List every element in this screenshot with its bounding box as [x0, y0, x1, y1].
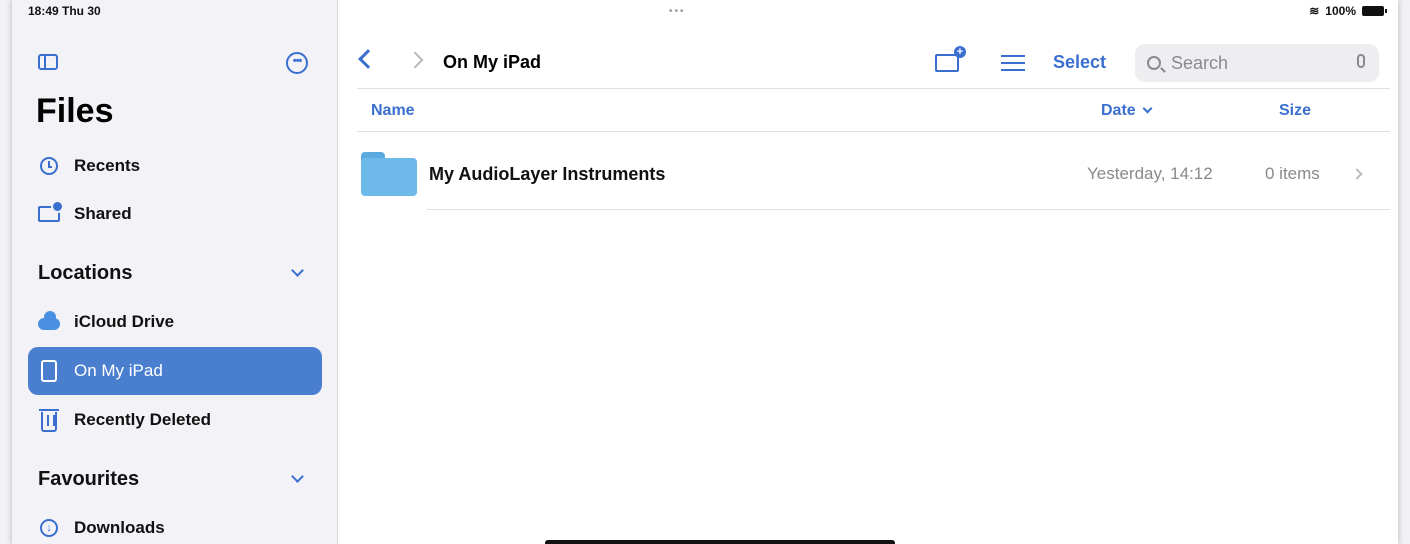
section-favourites[interactable]: Favourites: [38, 468, 308, 491]
status-right: ≋ 100%: [1309, 4, 1387, 18]
column-header-date[interactable]: Date: [1101, 102, 1153, 120]
section-heading: Locations: [38, 262, 133, 284]
search-input[interactable]: Search: [1135, 44, 1379, 82]
more-options-icon[interactable]: •••: [286, 52, 308, 74]
page-title: Files: [36, 92, 114, 130]
sidebar-item-recents[interactable]: Recents: [28, 142, 322, 190]
sidebar-item-label: iCloud Drive: [74, 312, 175, 331]
sidebar-item-icloud-drive[interactable]: iCloud Drive: [28, 298, 322, 346]
divider: [427, 209, 1390, 210]
sidebar-item-shared[interactable]: Shared: [28, 190, 322, 238]
column-header-label: Date: [1101, 102, 1136, 119]
wifi-icon: ≋: [1309, 4, 1320, 18]
select-button[interactable]: Select: [1053, 52, 1106, 73]
new-folder-icon[interactable]: [935, 46, 966, 72]
file-date: Yesterday, 14:12: [1087, 164, 1213, 183]
search-placeholder: Search: [1171, 52, 1229, 73]
multitasking-dots[interactable]: •••: [669, 6, 686, 17]
chevron-down-icon[interactable]: [291, 470, 304, 483]
search-icon: [1147, 56, 1161, 70]
divider: [357, 88, 1390, 89]
microphone-icon[interactable]: [1357, 54, 1365, 68]
sidebar-item-recently-deleted[interactable]: Recently Deleted: [28, 396, 322, 444]
download-icon: ↓: [40, 519, 58, 537]
table-row[interactable]: My AudioLayer Instruments Yesterday, 14:…: [357, 140, 1390, 210]
section-locations[interactable]: Locations: [38, 262, 308, 285]
sidebar-item-label: Shared: [74, 204, 132, 223]
files-window: 18:49 Thu 30 ••• Files Recents Shared Lo…: [12, 0, 1398, 544]
sidebar-item-label: Recently Deleted: [74, 410, 211, 429]
main-content: ••• ≋ 100% On My iPad Select Search Name…: [339, 0, 1398, 544]
battery-percent: 100%: [1325, 4, 1356, 18]
trash-icon: [39, 409, 59, 432]
status-time: 18:49 Thu 30: [28, 4, 101, 18]
ipad-icon: [41, 360, 57, 382]
sidebar-item-label: Recents: [74, 156, 141, 175]
file-name: My AudioLayer Instruments: [429, 164, 666, 184]
divider: [357, 131, 1390, 132]
battery-icon: [1362, 6, 1387, 16]
chevron-down-icon[interactable]: [291, 264, 304, 277]
sidebar-item-on-my-ipad[interactable]: On My iPad: [28, 347, 322, 395]
file-size: 0 items: [1265, 164, 1320, 183]
back-chevron-icon[interactable]: [358, 49, 378, 69]
sidebar-item-label: On My iPad: [74, 361, 163, 380]
sidebar-item-label: Downloads: [74, 518, 165, 537]
sidebar-toggle-icon[interactable]: [38, 54, 58, 70]
sidebar-item-downloads[interactable]: ↓ Downloads: [28, 504, 322, 544]
shared-folder-icon: [38, 200, 64, 222]
column-header-name[interactable]: Name: [371, 102, 415, 120]
forward-chevron-icon[interactable]: [406, 51, 424, 69]
sidebar: 18:49 Thu 30 ••• Files Recents Shared Lo…: [12, 0, 338, 544]
column-header-size[interactable]: Size: [1279, 102, 1311, 120]
location-title: On My iPad: [443, 52, 542, 72]
folder-icon: [361, 152, 417, 196]
section-heading: Favourites: [38, 468, 140, 490]
chevron-right-icon: [1351, 168, 1363, 180]
clock-icon: [40, 157, 58, 175]
chevron-down-icon: [1142, 103, 1153, 114]
list-view-icon[interactable]: [1001, 52, 1025, 72]
home-indicator[interactable]: [545, 540, 895, 544]
icloud-icon: [38, 311, 60, 330]
